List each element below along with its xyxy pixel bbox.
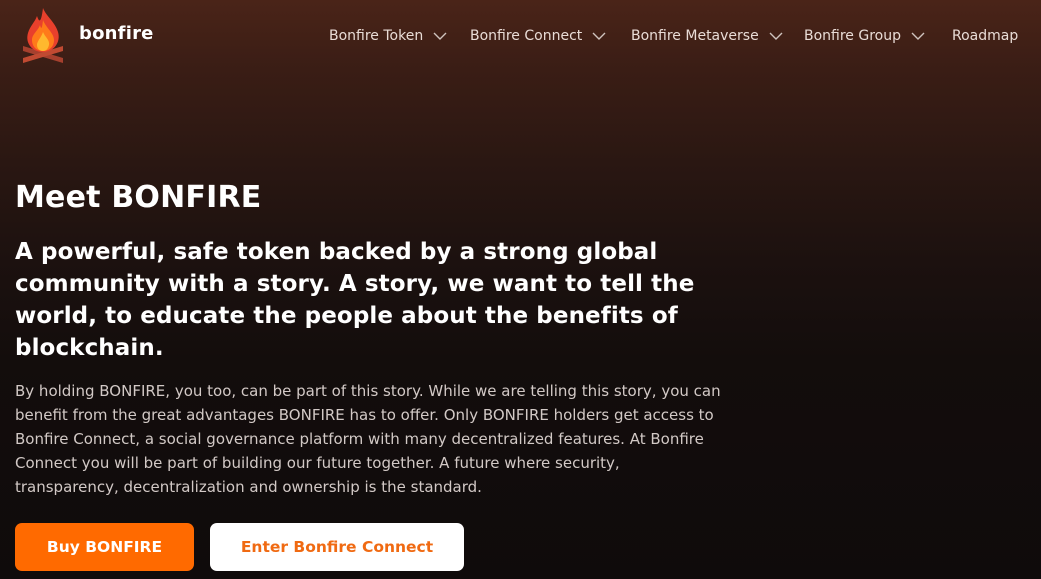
nav-item-label: Bonfire Group [804,28,901,44]
top-navigation-bar: bonfire Bonfire Token Bonfire Connect Bo… [0,0,1041,72]
nav-item-bonfire-connect[interactable]: Bonfire Connect [470,26,606,46]
nav-item-label: Bonfire Connect [470,28,583,44]
nav-item-bonfire-token[interactable]: Bonfire Token [329,26,447,46]
nav-item-label: Roadmap [952,28,1019,44]
buy-bonfire-button[interactable]: Buy BONFIRE [15,523,194,571]
nav-item-bonfire-group[interactable]: Bonfire Group [804,26,925,46]
nav-item-label: Bonfire Metaverse [631,28,759,44]
hero-subtitle: A powerful, safe token backed by a stron… [15,239,695,361]
nav-item-roadmap[interactable]: Roadmap [952,26,1018,46]
hero-body-text: By holding BONFIRE, you too, can be part… [15,382,721,496]
brand-name[interactable]: bonfire [79,23,154,44]
chevron-down-icon [592,32,606,40]
chevron-down-icon [911,32,925,40]
bonfire-flame-logo-icon[interactable] [20,6,66,64]
enter-bonfire-connect-button[interactable]: Enter Bonfire Connect [210,523,464,571]
nav-item-label: Bonfire Token [329,28,424,44]
nav-item-bonfire-metaverse[interactable]: Bonfire Metaverse [631,26,783,46]
chevron-down-icon [769,32,783,40]
hero-title: Meet BONFIRE [15,180,262,215]
chevron-down-icon [433,32,447,40]
